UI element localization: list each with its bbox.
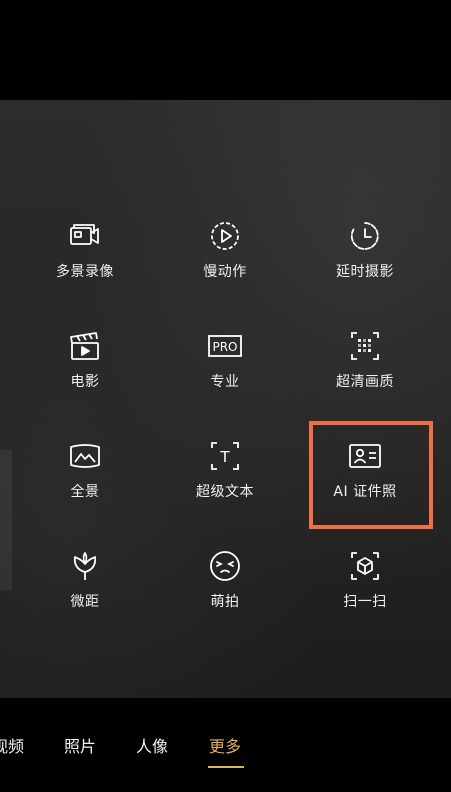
- mode-super-text[interactable]: T 超级文本: [155, 424, 295, 524]
- mode-label: 延时摄影: [336, 264, 394, 280]
- tab-more[interactable]: 更多: [209, 733, 241, 757]
- mode-multi-scene-video[interactable]: 多景录像: [15, 204, 155, 304]
- camera-viewfinder: 多景录像 慢动作 延时摄影 电影 PRO 专业 超清画质 全景 T 超级文本 A…: [0, 100, 451, 698]
- tab-photo[interactable]: 照片: [64, 733, 96, 757]
- pro-icon: PRO: [207, 328, 243, 364]
- mode-label: 慢动作: [203, 264, 247, 280]
- mode-super-resolution[interactable]: 超清画质: [295, 314, 435, 414]
- panorama-icon: [67, 438, 103, 474]
- svg-text:PRO: PRO: [212, 340, 237, 354]
- time-lapse-icon: [347, 218, 383, 254]
- tab-video[interactable]: 视频: [0, 733, 24, 757]
- id-photo-highlight-box: [309, 421, 433, 529]
- mode-label: 全景: [70, 484, 100, 500]
- mode-tab-bar: 视频 照片 人像 更多: [0, 698, 451, 792]
- mode-label: 多景录像: [56, 264, 114, 280]
- mode-label: 电影: [70, 374, 100, 390]
- mode-slow-motion[interactable]: 慢动作: [155, 204, 295, 304]
- slow-motion-icon: [207, 218, 243, 254]
- scan-cube-icon: [347, 548, 383, 584]
- mode-time-lapse[interactable]: 延时摄影: [295, 204, 435, 304]
- clapperboard-icon: [67, 328, 103, 364]
- text-scan-icon: T: [207, 438, 243, 474]
- mode-label: 微距: [70, 594, 100, 610]
- multi-scene-video-icon: [67, 218, 103, 254]
- cute-face-icon: [207, 548, 243, 584]
- mode-label: 超级文本: [196, 484, 254, 500]
- mode-label: 超清画质: [336, 374, 394, 390]
- more-modes-grid: 多景录像 慢动作 延时摄影 电影 PRO 专业 超清画质 全景 T 超级文本 A…: [0, 100, 451, 698]
- macro-flower-icon: [67, 548, 103, 584]
- svg-text:T: T: [219, 448, 230, 466]
- mode-cute[interactable]: 萌拍: [155, 534, 295, 634]
- mode-macro[interactable]: 微距: [15, 534, 155, 634]
- mode-label: 萌拍: [210, 594, 240, 610]
- mode-panorama[interactable]: 全景: [15, 424, 155, 524]
- super-resolution-icon: [347, 328, 383, 364]
- top-bar: [0, 0, 451, 100]
- mode-label: 扫一扫: [343, 594, 387, 610]
- mode-movie[interactable]: 电影: [15, 314, 155, 414]
- mode-scan[interactable]: 扫一扫: [295, 534, 435, 634]
- tab-portrait[interactable]: 人像: [136, 733, 168, 757]
- mode-pro[interactable]: PRO 专业: [155, 314, 295, 414]
- active-tab-indicator: [208, 766, 244, 768]
- mode-label: 专业: [210, 374, 240, 390]
